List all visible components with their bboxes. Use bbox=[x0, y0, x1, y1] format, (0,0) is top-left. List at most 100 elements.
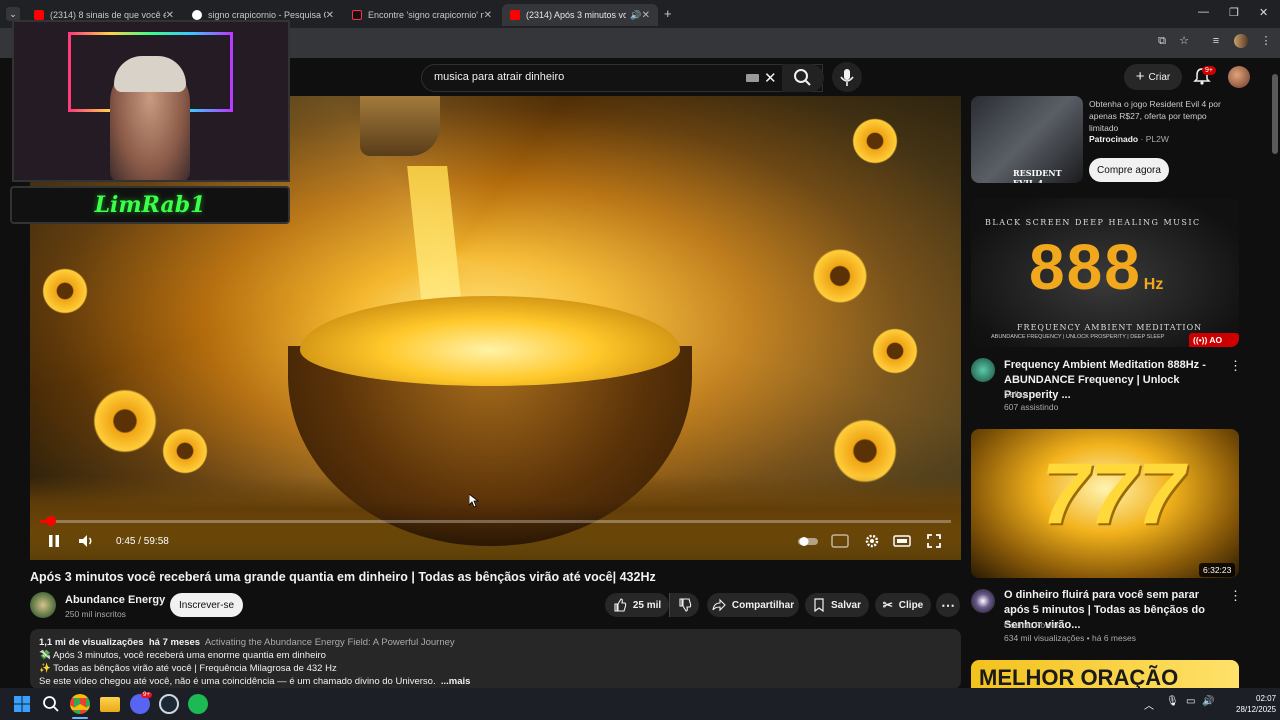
video-thumbnail[interactable]: 777 6:32:23 bbox=[971, 429, 1239, 578]
search-input[interactable]: musica para atrair dinheiro ✕ bbox=[421, 64, 823, 92]
search-icon bbox=[794, 69, 811, 86]
more-options-icon[interactable]: ⋮ bbox=[1229, 588, 1242, 604]
chrome-icon[interactable] bbox=[70, 694, 90, 714]
clear-search-icon[interactable]: ✕ bbox=[764, 69, 777, 87]
progress-bar[interactable] bbox=[40, 520, 951, 523]
fullscreen-icon[interactable] bbox=[924, 532, 944, 550]
autoplay-toggle-icon[interactable] bbox=[796, 532, 820, 550]
network-icon[interactable]: ▭ bbox=[1186, 696, 1195, 707]
share-icon bbox=[712, 598, 726, 612]
windows-start-icon[interactable] bbox=[12, 694, 32, 714]
volume-tray-icon[interactable]: 🔊 bbox=[1202, 696, 1214, 707]
youtube-icon bbox=[510, 10, 520, 20]
sidebar-video-meta: 634 mil visualizações • há 6 meses bbox=[1004, 633, 1136, 643]
subscribe-button[interactable]: Inscrever-se bbox=[170, 593, 243, 617]
progress-scrubber[interactable] bbox=[46, 516, 56, 526]
tab-search-menu-icon[interactable]: ⌄ bbox=[6, 7, 20, 21]
microphone-tray-icon[interactable]: 🎙 bbox=[1166, 696, 1179, 707]
close-tab-icon[interactable]: ✕ bbox=[326, 10, 334, 21]
close-window-icon[interactable]: ✕ bbox=[1259, 6, 1268, 19]
account-avatar[interactable] bbox=[1228, 66, 1250, 88]
video-title: Após 3 minutos você receberá uma grande … bbox=[30, 570, 656, 584]
ad-thumbnail[interactable]: RESIDENT EVIL 4 bbox=[971, 96, 1083, 183]
pause-icon[interactable] bbox=[44, 532, 64, 550]
save-button[interactable]: Salvar bbox=[805, 593, 869, 617]
like-button[interactable]: 25 mil bbox=[605, 593, 669, 617]
dislike-button[interactable] bbox=[669, 593, 699, 617]
video-frame-sunflower bbox=[810, 246, 870, 306]
steam-icon[interactable] bbox=[159, 694, 179, 714]
description-hashtag-line[interactable]: Activating the Abundance Energy Field: A… bbox=[205, 637, 455, 648]
volume-icon[interactable] bbox=[76, 532, 96, 550]
browser-menu-icon[interactable]: ⋮ bbox=[1259, 34, 1273, 48]
media-controls-icon[interactable]: ≡ bbox=[1209, 34, 1223, 48]
restore-icon[interactable]: ❐ bbox=[1229, 6, 1239, 19]
show-more-link[interactable]: ...mais bbox=[441, 676, 471, 687]
settings-gear-icon[interactable] bbox=[862, 532, 882, 550]
browser-tab-active[interactable]: (2314) Após 3 minutos você 🔊 ✕ bbox=[502, 4, 658, 26]
page-scrollbar[interactable] bbox=[1272, 74, 1278, 154]
share-button[interactable]: Compartilhar bbox=[707, 593, 799, 617]
sidebar-video-channel[interactable]: Sallay bbox=[1004, 389, 1027, 399]
google-icon bbox=[192, 10, 202, 20]
view-count: 1,1 mi de visualizações bbox=[39, 637, 144, 648]
thumbs-up-icon bbox=[614, 598, 627, 612]
discord-badge: 9+ bbox=[141, 692, 152, 698]
sidebar-video-channel[interactable]: Cosmic Power bbox=[1004, 620, 1059, 630]
more-options-icon[interactable]: ⋮ bbox=[1229, 358, 1242, 374]
channel-name[interactable]: Abundance Energy bbox=[65, 594, 165, 606]
audio-playing-icon[interactable]: 🔊 bbox=[630, 10, 641, 21]
theater-mode-icon[interactable] bbox=[892, 532, 912, 550]
tray-overflow-icon[interactable]: ︿ bbox=[1144, 697, 1154, 712]
description-line: Se este vídeo chegou até você, não é uma… bbox=[39, 676, 436, 687]
windows-taskbar: 9+ ︿ 🎙 ▭ 🔊 bbox=[0, 688, 1280, 720]
search-icon[interactable] bbox=[41, 694, 61, 714]
youtube-icon bbox=[34, 10, 44, 20]
spotify-icon[interactable] bbox=[188, 694, 208, 714]
search-button[interactable] bbox=[782, 64, 824, 92]
ad-thumbnail-caption: RESIDENT EVIL 4 bbox=[1013, 168, 1062, 183]
advertiser-name: PL2W bbox=[1145, 134, 1169, 144]
channel-avatar[interactable] bbox=[971, 358, 995, 382]
channel-avatar[interactable] bbox=[971, 589, 995, 613]
system-clock[interactable]: 02:07 28/12/2025 bbox=[1236, 693, 1276, 715]
close-tab-icon[interactable]: ✕ bbox=[484, 10, 492, 21]
browser-tab[interactable]: Encontre 'signo crapicornio' no ✕ bbox=[344, 4, 500, 26]
video-description[interactable]: 1,1 mi de visualizações há 7 meses Activ… bbox=[30, 629, 961, 689]
thumbnail-number: 888 bbox=[1029, 231, 1142, 303]
notification-count-badge: 9+ bbox=[1202, 66, 1216, 75]
voice-search-button[interactable] bbox=[832, 62, 862, 92]
microphone-icon bbox=[840, 69, 854, 86]
video-thumbnail[interactable]: MELHOR ORAÇÃO bbox=[971, 660, 1239, 688]
captions-icon[interactable] bbox=[830, 532, 850, 550]
more-horizontal-icon: ⋯ bbox=[941, 596, 955, 613]
profile-icon[interactable] bbox=[1234, 34, 1248, 48]
thumbnail-unit: Hz bbox=[1143, 276, 1164, 293]
ad-cta-button[interactable]: Compre agora bbox=[1089, 158, 1169, 182]
video-frame-sunflower bbox=[40, 266, 90, 316]
streamer-webcam bbox=[12, 20, 290, 182]
video-thumbnail[interactable]: BLACK SCREEN DEEP HEALING MUSIC 888 Hz F… bbox=[971, 198, 1239, 347]
upload-age: há 7 meses bbox=[148, 637, 201, 648]
tiktok-icon bbox=[352, 10, 362, 20]
file-explorer-icon[interactable] bbox=[100, 697, 120, 712]
close-tab-icon[interactable]: ✕ bbox=[642, 10, 650, 21]
scissors-icon: ✂ bbox=[882, 598, 893, 612]
sidebar-video-meta: 607 assistindo bbox=[1004, 402, 1059, 412]
channel-avatar[interactable] bbox=[30, 592, 56, 618]
sidebar-video-title[interactable]: Frequency Ambient Meditation 888Hz - ABU… bbox=[1004, 358, 1224, 403]
bookmark-star-icon[interactable]: ☆ bbox=[1177, 34, 1191, 48]
new-tab-button[interactable]: + bbox=[664, 6, 672, 21]
live-broadcast-icon: ((•)) bbox=[1193, 335, 1210, 345]
close-tab-icon[interactable]: ✕ bbox=[166, 10, 174, 21]
streamer-nameplate: LimRab1 bbox=[10, 186, 290, 224]
install-app-icon[interactable]: ⧉ bbox=[1155, 34, 1169, 48]
more-actions-button[interactable]: ⋯ bbox=[936, 593, 960, 617]
clip-button[interactable]: ✂ Clipe bbox=[875, 593, 931, 617]
thumbnail-bottom-text: FREQUENCY AMBIENT MEDITATION bbox=[1017, 323, 1203, 332]
create-button[interactable]: + Criar bbox=[1124, 64, 1182, 90]
minimize-icon[interactable]: — bbox=[1198, 6, 1209, 18]
keyboard-icon[interactable] bbox=[746, 74, 759, 82]
video-frame-faucet bbox=[360, 96, 440, 156]
time-display: 0:45 / 59:58 bbox=[116, 536, 169, 547]
